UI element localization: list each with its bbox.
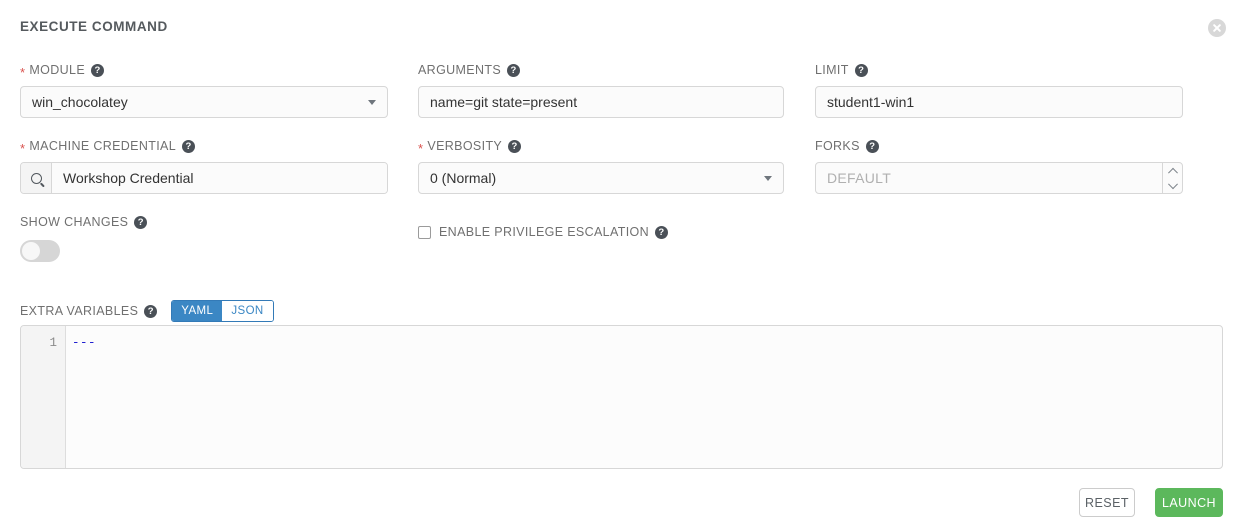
page-title: EXECUTE COMMAND xyxy=(20,19,168,34)
required-indicator: * xyxy=(20,64,26,80)
forks-label-text: FORKS xyxy=(815,139,860,153)
help-icon[interactable]: ? xyxy=(144,304,158,318)
help-icon[interactable]: ? xyxy=(134,215,148,229)
field-machine-credential: * MACHINE CREDENTIAL ? Workshop Credenti… xyxy=(20,138,388,194)
forks-input[interactable]: DEFAULT xyxy=(816,163,1162,193)
field-arguments: ARGUMENTS ? name=git state=present xyxy=(418,62,784,118)
format-option-json[interactable]: JSON xyxy=(222,301,273,321)
help-icon[interactable]: ? xyxy=(182,139,196,153)
field-verbosity: * VERBOSITY ? 0 (Normal) xyxy=(418,138,784,194)
launch-button[interactable]: LAUNCH xyxy=(1155,488,1223,517)
editor-line-number: 1 xyxy=(49,336,57,350)
field-limit: LIMIT ? student1-win1 xyxy=(815,62,1183,118)
required-indicator: * xyxy=(418,140,424,156)
chevron-down-icon xyxy=(368,100,376,105)
required-indicator: * xyxy=(20,140,26,156)
module-select[interactable]: win_chocolatey xyxy=(20,86,388,118)
close-icon[interactable] xyxy=(1208,19,1226,37)
field-forks: FORKS ? DEFAULT xyxy=(815,138,1183,194)
field-show-changes: SHOW CHANGES ? xyxy=(20,214,148,262)
help-icon[interactable]: ? xyxy=(91,63,105,77)
reset-button[interactable]: RESET xyxy=(1079,488,1135,517)
forks-stepper[interactable]: DEFAULT xyxy=(815,162,1183,194)
format-option-yaml[interactable]: YAML xyxy=(172,301,223,321)
machine-credential-label-text: MACHINE CREDENTIAL xyxy=(29,139,177,153)
stepper-down-icon[interactable] xyxy=(1163,178,1182,193)
machine-credential-input[interactable]: Workshop Credential xyxy=(52,163,387,193)
enable-privilege-escalation-label-text: ENABLE PRIVILEGE ESCALATION xyxy=(439,225,649,239)
verbosity-label: * VERBOSITY ? xyxy=(418,138,784,156)
editor-line-1: --- xyxy=(72,336,97,350)
verbosity-value: 0 (Normal) xyxy=(430,170,497,186)
extra-variables-format-toggle: YAML JSON xyxy=(171,300,274,322)
toggle-knob xyxy=(22,242,40,260)
search-icon-button[interactable] xyxy=(21,163,52,193)
show-changes-label: SHOW CHANGES ? xyxy=(20,214,148,230)
help-icon[interactable]: ? xyxy=(508,139,522,153)
help-icon[interactable]: ? xyxy=(507,63,521,77)
privilege-escalation-row: ENABLE PRIVILEGE ESCALATION ? xyxy=(418,224,668,240)
help-icon[interactable]: ? xyxy=(654,225,668,239)
extra-variables-header: EXTRA VARIABLES ? YAML JSON xyxy=(20,300,274,322)
arguments-label: ARGUMENTS ? xyxy=(418,62,784,78)
show-changes-toggle[interactable] xyxy=(20,240,60,262)
limit-input[interactable]: student1-win1 xyxy=(815,86,1183,118)
module-label-text: MODULE xyxy=(29,63,86,77)
verbosity-select[interactable]: 0 (Normal) xyxy=(418,162,784,194)
field-module: * MODULE ? win_chocolatey xyxy=(20,62,388,118)
limit-label: LIMIT ? xyxy=(815,62,1183,78)
search-icon xyxy=(30,172,42,184)
show-changes-label-text: SHOW CHANGES xyxy=(20,215,129,229)
verbosity-label-text: VERBOSITY xyxy=(427,139,503,153)
machine-credential-label: * MACHINE CREDENTIAL ? xyxy=(20,138,388,156)
editor-code-area[interactable]: --- xyxy=(66,326,1222,468)
field-enable-privilege-escalation: ENABLE PRIVILEGE ESCALATION ? xyxy=(418,224,668,240)
help-icon[interactable]: ? xyxy=(854,63,868,77)
arguments-input[interactable]: name=git state=present xyxy=(418,86,784,118)
enable-privilege-escalation-checkbox[interactable] xyxy=(418,225,431,239)
forks-label: FORKS ? xyxy=(815,138,1183,154)
limit-value: student1-win1 xyxy=(827,94,915,110)
limit-label-text: LIMIT xyxy=(815,63,849,77)
execute-command-panel: EXECUTE COMMAND * MODULE ? win_chocolate… xyxy=(0,0,1240,531)
stepper-up-icon[interactable] xyxy=(1163,163,1182,178)
help-icon[interactable]: ? xyxy=(865,139,879,153)
machine-credential-value: Workshop Credential xyxy=(63,170,194,186)
extra-variables-label-text: EXTRA VARIABLES xyxy=(20,304,139,318)
enable-privilege-escalation-label: ENABLE PRIVILEGE ESCALATION ? xyxy=(439,224,668,240)
arguments-value: name=git state=present xyxy=(430,94,578,110)
editor-gutter: 1 xyxy=(21,326,66,468)
forks-spinner-buttons xyxy=(1162,163,1182,193)
forks-placeholder: DEFAULT xyxy=(827,170,892,186)
module-value: win_chocolatey xyxy=(32,94,128,110)
machine-credential-lookup[interactable]: Workshop Credential xyxy=(20,162,388,194)
chevron-down-icon xyxy=(764,176,772,181)
extra-variables-editor[interactable]: 1 --- xyxy=(20,325,1223,469)
extra-variables-label: EXTRA VARIABLES ? xyxy=(20,303,158,319)
module-label: * MODULE ? xyxy=(20,62,388,80)
arguments-label-text: ARGUMENTS xyxy=(418,63,502,77)
